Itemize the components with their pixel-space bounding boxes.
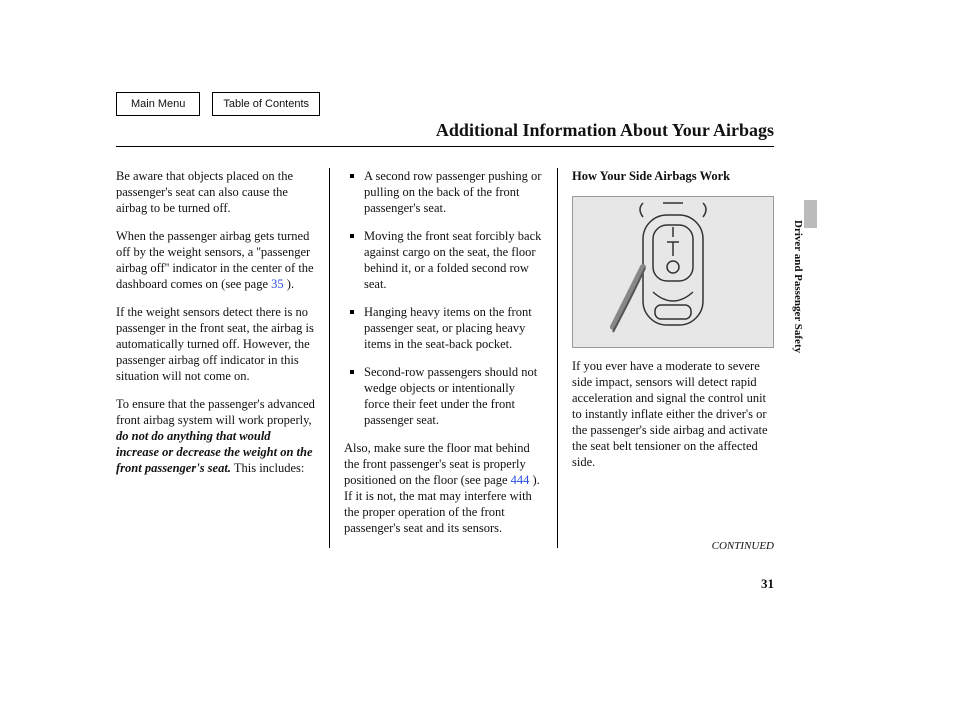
toc-button[interactable]: Table of Contents [212, 92, 320, 116]
page-number: 31 [761, 576, 774, 592]
paragraph: Also, make sure the floor mat behind the… [344, 440, 543, 536]
text: To ensure that the passenger's advanced … [116, 397, 315, 427]
paragraph: Be aware that objects placed on the pass… [116, 168, 315, 216]
text: This includes: [231, 461, 304, 475]
main-menu-button[interactable]: Main Menu [116, 92, 200, 116]
text: ). [284, 277, 294, 291]
list-item: Moving the front seat forcibly back agai… [354, 228, 543, 292]
paragraph: To ensure that the passenger's advanced … [116, 396, 315, 476]
column-1: Be aware that objects placed on the pass… [116, 168, 330, 548]
paragraph: If you ever have a moderate to severe si… [572, 358, 774, 470]
section-label: Driver and Passenger Safety [792, 220, 804, 353]
list-item: Second-row passengers should not wedge o… [354, 364, 543, 428]
page-link-35[interactable]: 35 [271, 277, 284, 291]
subheading: How Your Side Airbags Work [572, 168, 774, 184]
nav-row: Main Menu Table of Contents [116, 92, 320, 116]
paragraph: If the weight sensors detect there is no… [116, 304, 315, 384]
text: Also, make sure the floor mat behind the… [344, 441, 530, 487]
section-tab [804, 200, 817, 228]
seat-airbag-icon [573, 197, 773, 347]
page-title: Additional Information About Your Airbag… [436, 120, 774, 141]
title-rule [116, 146, 774, 147]
paragraph: When the passenger airbag gets turned of… [116, 228, 315, 292]
continued-label: CONTINUED [712, 540, 774, 552]
content-columns: Be aware that objects placed on the pass… [116, 168, 774, 548]
bullet-list: A second row passenger pushing or pullin… [344, 168, 543, 428]
page-link-444[interactable]: 444 [511, 473, 530, 487]
list-item: A second row passenger pushing or pullin… [354, 168, 543, 216]
column-3: How Your Side Airbags Work If you ever h… [558, 168, 774, 548]
airbag-illustration [572, 196, 774, 348]
list-item: Hanging heavy items on the front passeng… [354, 304, 543, 352]
column-2: A second row passenger pushing or pullin… [330, 168, 558, 548]
